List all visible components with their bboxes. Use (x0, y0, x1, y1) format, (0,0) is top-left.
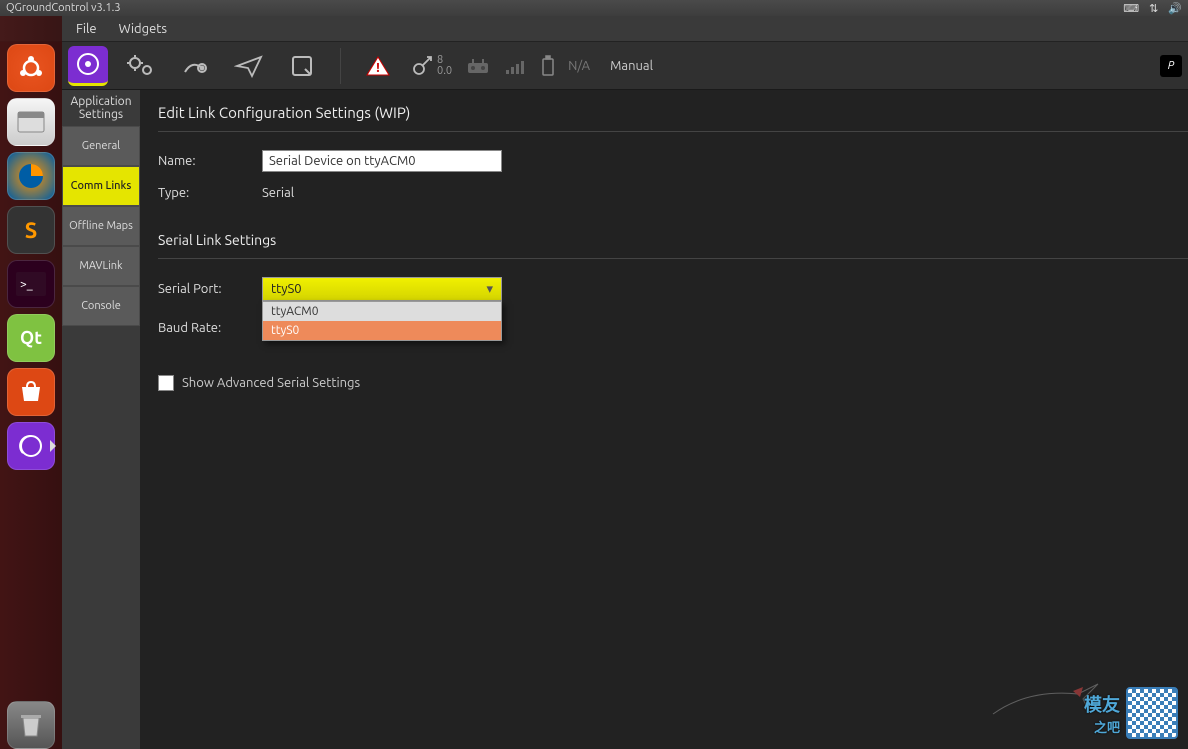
app-window: ! 8 0.0 N/A Manual P ApplicationSettings (62, 42, 1188, 749)
toolbar-telemetry-icon[interactable] (504, 45, 528, 87)
serial-section-title: Serial Link Settings (158, 232, 1188, 248)
name-row: Name: (158, 150, 1188, 172)
toolbar-fly-button[interactable] (228, 45, 270, 87)
gps-count: 8 (437, 55, 452, 66)
sidebar-item-offline-maps[interactable]: Offline Maps (62, 206, 140, 246)
launcher-dash-icon[interactable] (7, 44, 55, 92)
sidebar-item-console[interactable]: Console (62, 286, 140, 326)
ubuntu-launcher: S >_ Qt (0, 16, 62, 749)
advanced-checkbox[interactable] (158, 375, 174, 391)
settings-sidebar: ApplicationSettings General Comm Links O… (62, 90, 140, 749)
keyboard-icon[interactable]: ⌨ (1123, 2, 1139, 15)
port-row: Serial Port: ttyS0 ttyACM0 ttyS0 (158, 277, 1188, 301)
window-title: QGroundControl v3.1.3 (6, 2, 121, 14)
system-tray: ⌨ ⇅ 🔊 (1123, 2, 1182, 15)
toolbar-battery-status[interactable]: N/A (540, 55, 590, 77)
flight-mode[interactable]: Manual (610, 59, 653, 73)
name-label: Name: (158, 154, 262, 168)
launcher-firefox-icon[interactable] (7, 152, 55, 200)
qr-code-icon (1126, 687, 1178, 739)
type-row: Type: Serial (158, 186, 1188, 200)
sidebar-item-comm-links[interactable]: Comm Links (62, 166, 140, 206)
launcher-files-icon[interactable] (7, 98, 55, 146)
dropdown-option-ttyacm0[interactable]: ttyACM0 (263, 302, 501, 321)
launcher-terminal-icon[interactable]: >_ (7, 260, 55, 308)
watermark-text-2: 之吧 (1084, 717, 1120, 736)
launcher-qt-icon[interactable]: Qt (7, 314, 55, 362)
launcher-software-icon[interactable] (7, 368, 55, 416)
panel-title: Edit Link Configuration Settings (WIP) (158, 104, 1188, 121)
launcher-qgc-icon[interactable] (7, 422, 55, 470)
advanced-label: Show Advanced Serial Settings (182, 376, 360, 390)
divider (158, 131, 1188, 132)
dropdown-option-ttys0[interactable]: ttyS0 (263, 321, 501, 340)
sidebar-item-mavlink[interactable]: MAVLink (62, 246, 140, 286)
os-titlebar: QGroundControl v3.1.3 ⌨ ⇅ 🔊 (0, 0, 1188, 16)
gps-hdop: 0.0 (437, 66, 452, 77)
type-value: Serial (262, 186, 294, 200)
volume-icon[interactable]: 🔊 (1168, 2, 1182, 15)
main-toolbar: ! 8 0.0 N/A Manual P (62, 42, 1188, 90)
launcher-sublime-icon[interactable]: S (7, 206, 55, 254)
watermark-text-1: 模友 (1084, 691, 1120, 717)
toolbar-brand-icon: P (1160, 55, 1182, 77)
toolbar-rc-icon[interactable] (464, 45, 492, 87)
svg-text:!: ! (376, 61, 380, 75)
network-icon[interactable]: ⇅ (1149, 2, 1158, 15)
toolbar-messages-icon[interactable]: ! (357, 45, 399, 87)
type-label: Type: (158, 186, 262, 200)
advanced-row: Show Advanced Serial Settings (158, 375, 1188, 391)
watermark: 模友 之吧 (1084, 687, 1178, 739)
serial-port-dropdown[interactable]: ttyS0 ttyACM0 ttyS0 (262, 277, 502, 301)
toolbar-setup-button[interactable] (120, 45, 162, 87)
menu-widgets[interactable]: Widgets (119, 22, 167, 36)
svg-text:>_: >_ (20, 278, 33, 291)
menubar: File Widgets (0, 16, 1188, 42)
divider (158, 258, 1188, 259)
settings-panel: Edit Link Configuration Settings (WIP) N… (140, 90, 1188, 749)
port-label: Serial Port: (158, 282, 262, 296)
toolbar-analyze-button[interactable] (282, 45, 324, 87)
dropdown-list: ttyACM0 ttyS0 (262, 301, 502, 341)
name-input[interactable] (262, 150, 502, 172)
sidebar-header: ApplicationSettings (62, 90, 140, 126)
baud-label: Baud Rate: (158, 321, 262, 335)
toolbar-settings-button[interactable] (68, 46, 108, 86)
toolbar-gps-status[interactable]: 8 0.0 (411, 55, 452, 77)
menu-file[interactable]: File (76, 22, 97, 36)
dropdown-selected: ttyS0 (271, 282, 302, 296)
content-area: ApplicationSettings General Comm Links O… (62, 90, 1188, 749)
launcher-trash-icon[interactable] (7, 701, 55, 749)
battery-value: N/A (568, 59, 590, 73)
dropdown-button[interactable]: ttyS0 (262, 277, 502, 301)
sidebar-item-general[interactable]: General (62, 126, 140, 166)
toolbar-plan-button[interactable] (174, 45, 216, 87)
